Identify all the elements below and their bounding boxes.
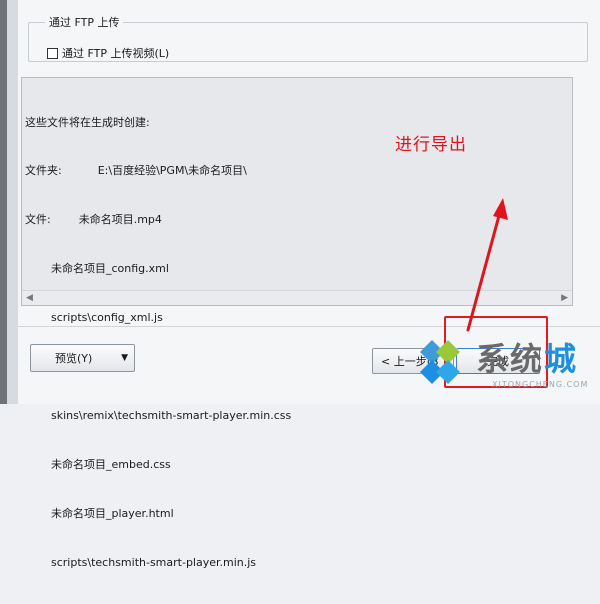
file-item: 未命名项目_player.html: [51, 506, 174, 520]
watermark-title: 系统城: [476, 334, 578, 380]
file-item: 未命名项目_embed.css: [51, 457, 171, 471]
watermark-title-gray: 系统: [476, 340, 545, 378]
watermark-subtitle: XITONGCHENG.COM: [492, 380, 589, 389]
site-watermark: 系统城 XITONGCHENG.COM: [408, 320, 600, 404]
file-item: scripts\techsmith-smart-player.min.js: [51, 555, 257, 569]
watermark-logo-icon: [420, 340, 460, 384]
file-item: skins\remix\techsmith-smart-player.min.c…: [51, 408, 292, 422]
watermark-title-blue: 城: [544, 340, 579, 378]
